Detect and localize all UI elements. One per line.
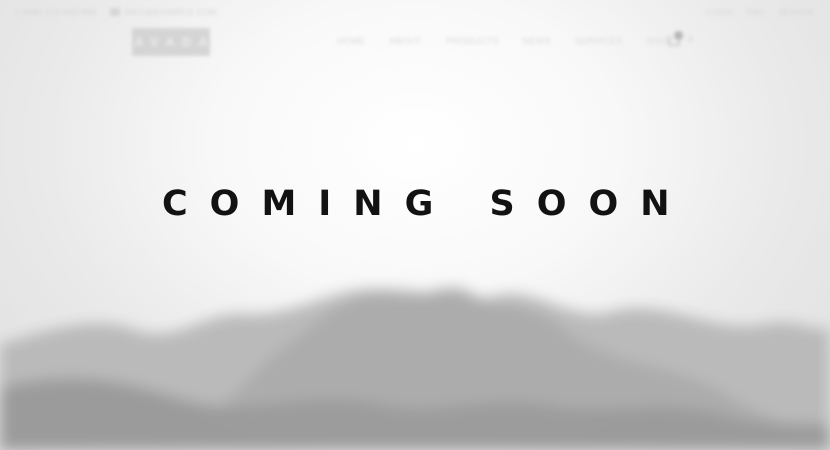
email-address: info@example.com — [124, 7, 217, 17]
coming-soon-title: COMING SOON — [162, 184, 692, 224]
contact-info: 1 (888) 123-4567890 info@example.com — [14, 8, 217, 17]
shopping-cart[interactable]: 0 — [668, 31, 698, 50]
top-link-search[interactable]: SEARCH — [778, 8, 814, 17]
site-header: AVADA HOME ABOUT PRODUCTS NEWS SERVICES … — [132, 27, 707, 59]
logo-text: AVADA — [134, 35, 216, 49]
nav-about[interactable]: ABOUT — [389, 36, 422, 46]
top-bar: 1 (888) 123-4567890 info@example.com LOG… — [14, 4, 814, 20]
main-navigation: HOME ABOUT PRODUCTS NEWS SERVICES SHOP — [337, 36, 673, 46]
top-link-login[interactable]: LOGIN — [706, 8, 733, 17]
top-links: LOGIN FAQ SEARCH — [706, 8, 814, 17]
phone-contact[interactable]: 1 (888) 123-4567890 — [14, 8, 96, 17]
nav-home[interactable]: HOME — [337, 36, 365, 46]
cart-badge — [674, 31, 683, 40]
coming-soon-page: 1 (888) 123-4567890 info@example.com LOG… — [0, 0, 830, 450]
nav-news[interactable]: NEWS — [523, 36, 551, 46]
cart-count: 0 — [688, 34, 694, 44]
site-logo[interactable]: AVADA — [132, 28, 210, 56]
envelope-icon — [110, 8, 121, 16]
phone-number: 1 (888) 123-4567890 — [14, 7, 97, 17]
nav-products[interactable]: PRODUCTS — [446, 36, 499, 46]
email-contact[interactable]: info@example.com — [110, 8, 216, 17]
top-link-faq[interactable]: FAQ — [747, 8, 764, 17]
nav-services[interactable]: SERVICES — [575, 36, 623, 46]
